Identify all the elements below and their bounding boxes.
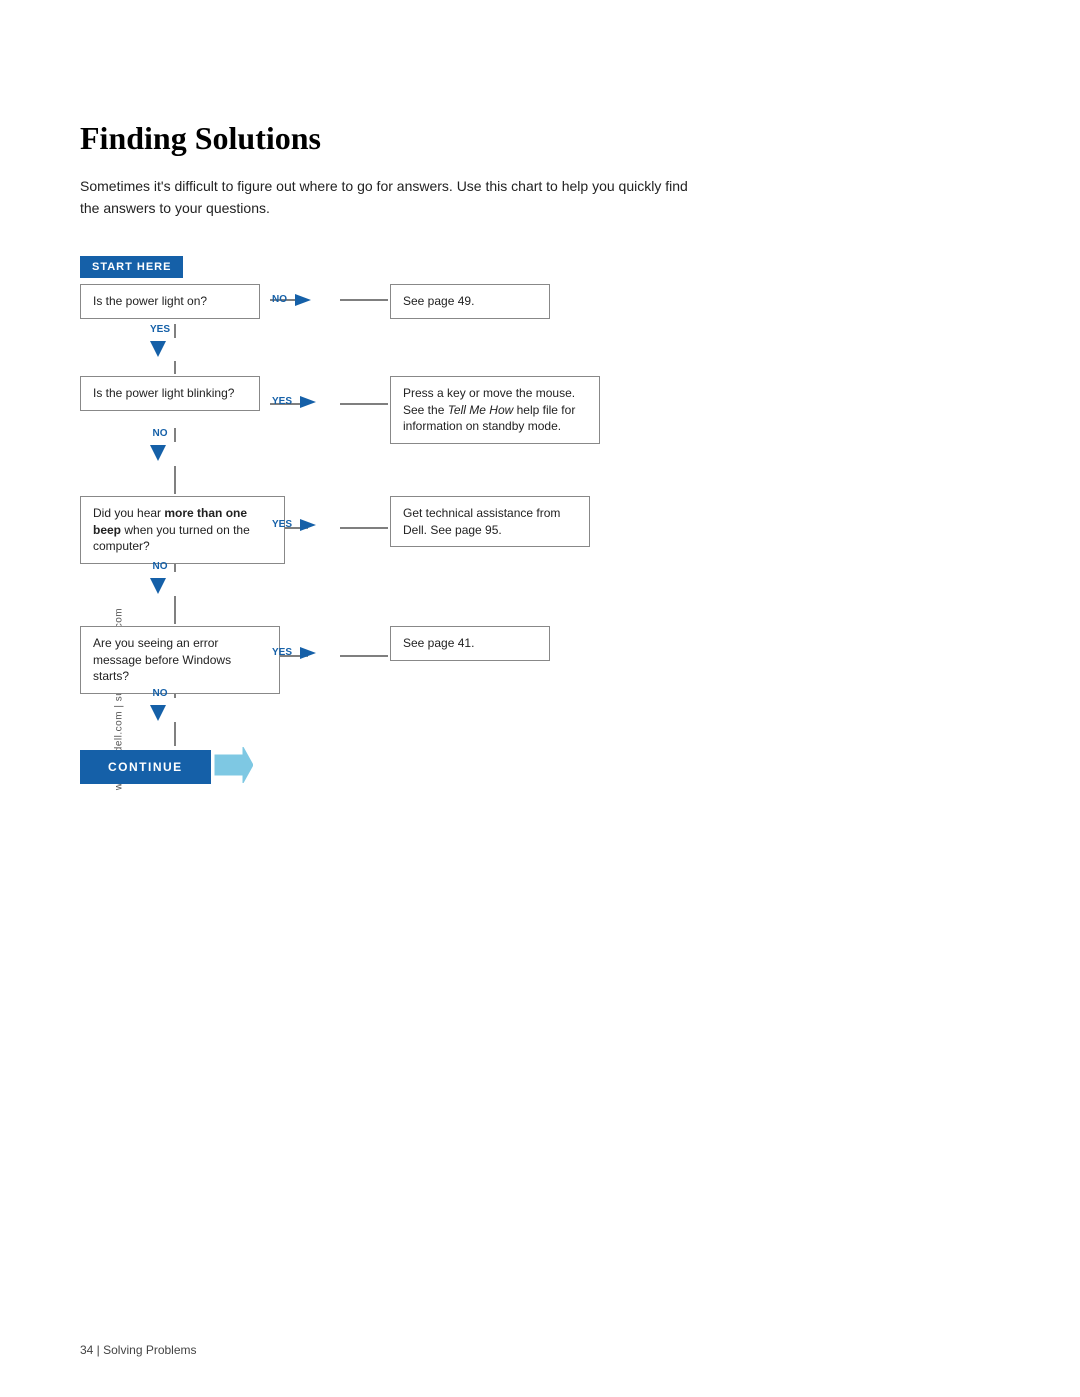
question-4-text: Are you seeing an error message before W… <box>80 626 280 694</box>
q3-yes-label: YES <box>272 519 292 530</box>
q1-yes-arrow <box>146 335 174 367</box>
q4-yes-label: YES <box>272 647 292 658</box>
continue-arrow-icon <box>213 747 253 783</box>
page-title: Finding Solutions <box>80 120 960 157</box>
continue-row: CONTINUE <box>80 746 253 784</box>
answer-4-box: See page 41. <box>390 626 550 661</box>
q2-no-arrow <box>146 439 174 471</box>
start-here-banner: START HERE <box>80 256 183 278</box>
q2-yes-connector: YES <box>272 388 326 416</box>
intro-paragraph: Sometimes it's difficult to figure out w… <box>80 175 700 220</box>
q3-no-arrow <box>146 572 174 604</box>
q4-no-arrow <box>146 699 174 731</box>
question-2-box: Is the power light blinking? <box>80 376 260 411</box>
answer-1-text: See page 49. <box>390 284 550 319</box>
q2-yes-label: YES <box>272 396 292 407</box>
q4-no-connector: NO <box>146 688 174 731</box>
question-1-text: Is the power light on? <box>80 284 260 319</box>
answer-3-text: Get technical assistance from Dell. See … <box>390 496 590 548</box>
main-content: Finding Solutions Sometimes it's difficu… <box>80 120 960 876</box>
answer-1-box: See page 49. <box>390 284 550 319</box>
question-3-text: Did you hear more than one beep when you… <box>80 496 285 564</box>
question-2-text: Is the power light blinking? <box>80 376 260 411</box>
footer-text: 34 | Solving Problems <box>80 1343 197 1357</box>
q1-yes-label: YES <box>150 324 170 335</box>
q1-no-connector: NO <box>272 286 321 314</box>
start-here-label: START HERE <box>80 256 183 278</box>
q3-no-label: NO <box>153 561 168 572</box>
page: www.jp.dell.com | support.jp.dell.com Fi… <box>0 0 1080 1397</box>
continue-button[interactable]: CONTINUE <box>80 750 211 784</box>
q2-no-label: NO <box>153 428 168 439</box>
q3-yes-connector: YES <box>272 511 326 539</box>
answer-4-text: See page 41. <box>390 626 550 661</box>
footer: 34 | Solving Problems <box>80 1343 197 1357</box>
q1-no-arrow <box>289 286 321 314</box>
q3-no-connector: NO <box>146 561 174 604</box>
answer-3-box: Get technical assistance from Dell. See … <box>390 496 590 548</box>
q4-yes-connector: YES <box>272 639 326 667</box>
q2-yes-arrow <box>294 388 326 416</box>
answer-2-box: Press a key or move the mouse. See the T… <box>390 376 600 444</box>
q3-yes-arrow <box>294 511 326 539</box>
question-4-box: Are you seeing an error message before W… <box>80 626 280 694</box>
q4-yes-arrow <box>294 639 326 667</box>
answer-2-text: Press a key or move the mouse. See the T… <box>390 376 600 444</box>
q1-yes-connector: YES <box>146 324 174 367</box>
flowchart: START HERE Is the power light on? NO See… <box>80 256 640 876</box>
q2-no-connector: NO <box>146 428 174 471</box>
question-1-box: Is the power light on? <box>80 284 260 319</box>
question-3-box: Did you hear more than one beep when you… <box>80 496 285 564</box>
q1-no-label: NO <box>272 294 287 305</box>
continue-wrapper: CONTINUE <box>80 746 253 784</box>
q4-no-label: NO <box>153 688 168 699</box>
